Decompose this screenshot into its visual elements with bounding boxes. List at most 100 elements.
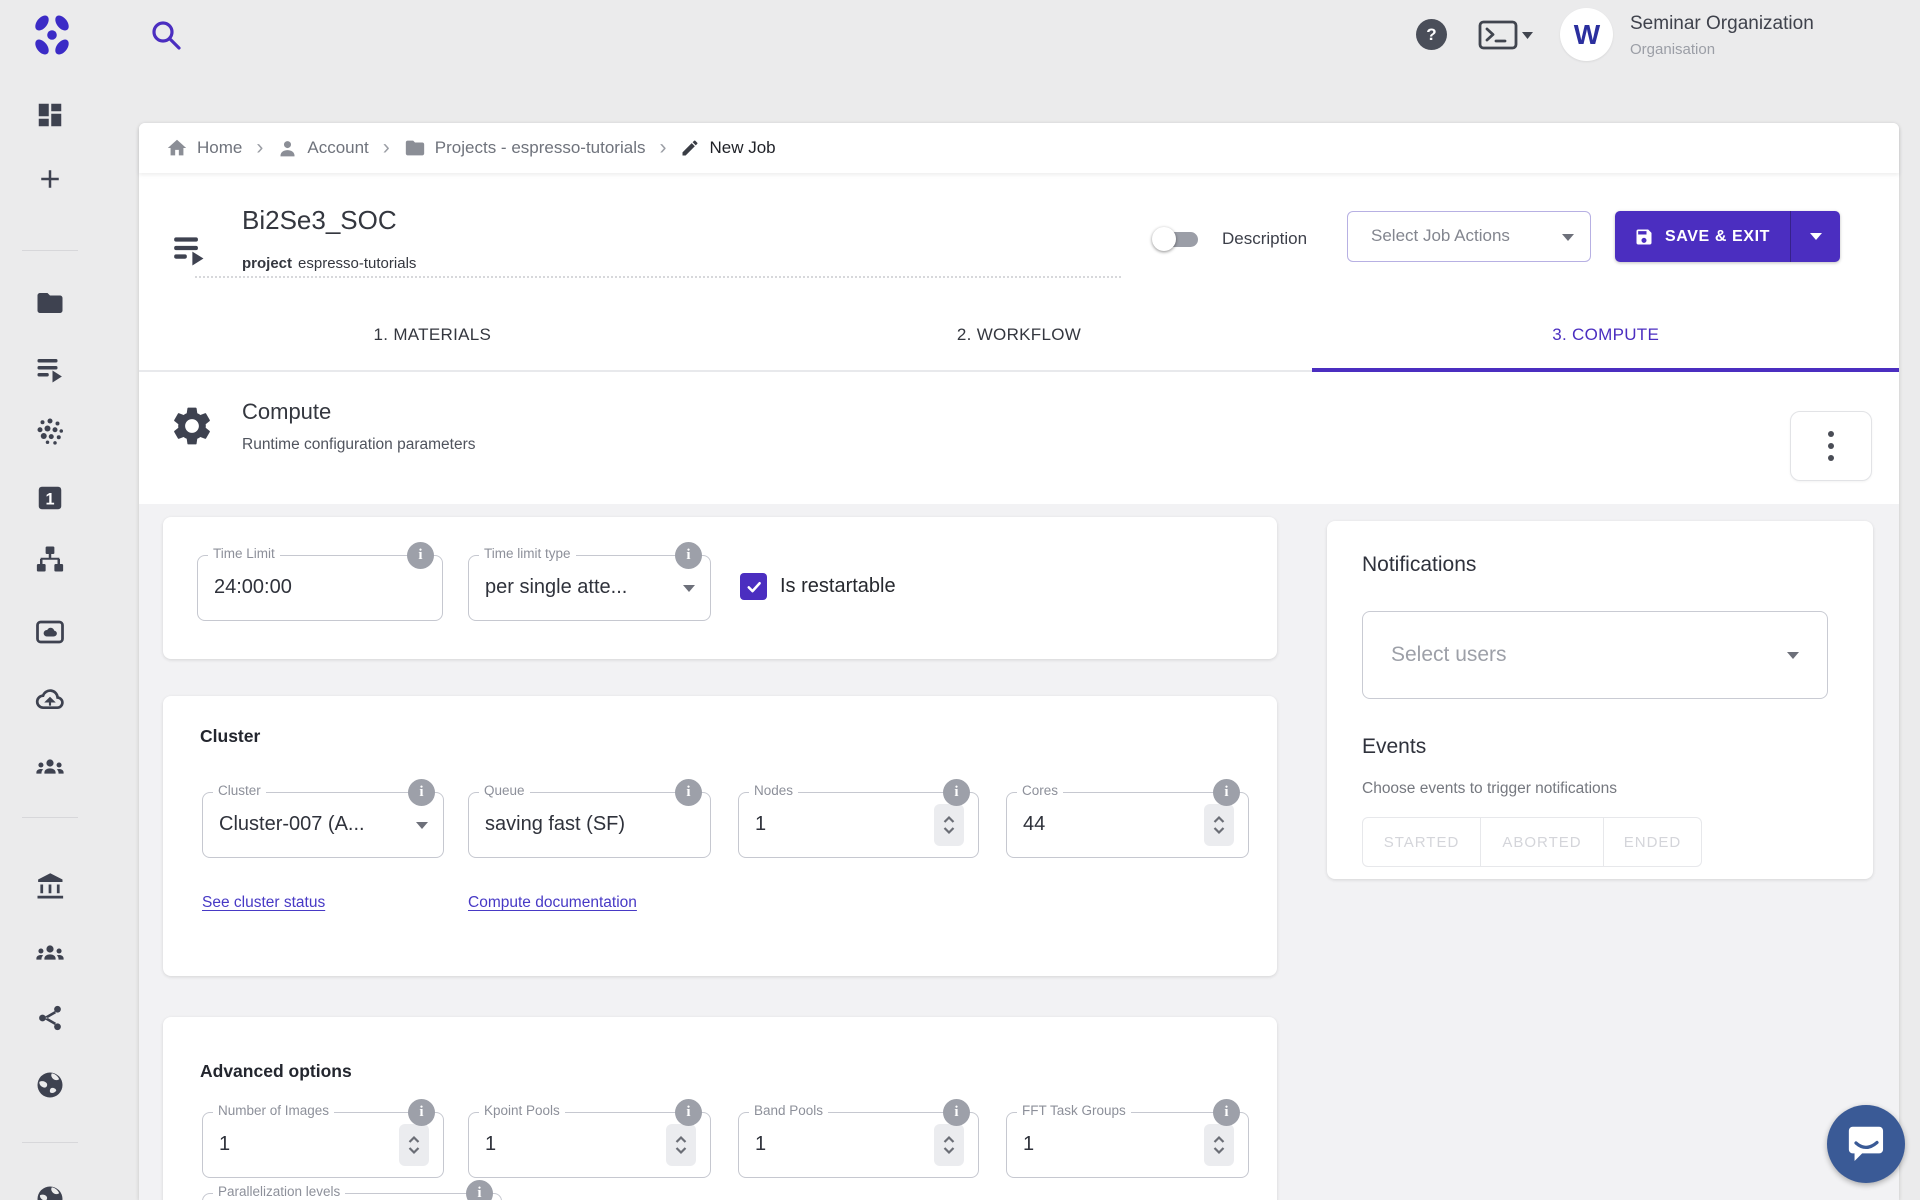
sidebar-item-projects[interactable] [33, 286, 67, 320]
description-toggle[interactable] [1152, 229, 1200, 249]
info-icon[interactable] [408, 1099, 435, 1126]
checkbox-label: Is restartable [780, 575, 896, 598]
info-icon[interactable] [466, 1180, 493, 1200]
breadcrumb-account[interactable]: Account [277, 138, 368, 159]
kebab-icon [1828, 431, 1834, 461]
gear-icon [169, 403, 215, 454]
breadcrumb-label: Projects - espresso-tutorials [435, 138, 646, 158]
kpoint-pools-stepper[interactable]: Kpoint Pools 1 [468, 1112, 711, 1178]
field-value: 1 [755, 793, 766, 855]
sidebar-item-images[interactable] [33, 615, 67, 649]
sidebar-item-bottom-partial[interactable] [33, 1182, 67, 1200]
globe-icon-partial [35, 1184, 65, 1200]
stepper-arrows[interactable] [934, 804, 964, 846]
sidebar-item-create-new[interactable] [33, 162, 67, 196]
time-limit-type-select[interactable]: Time limit type per single atte... [468, 555, 711, 621]
sidebar-item-org-users[interactable] [33, 936, 67, 970]
job-title[interactable]: Bi2Se3_SOC [242, 205, 397, 236]
info-icon[interactable] [675, 779, 702, 806]
events-heading: Events [1362, 735, 1426, 759]
sidebar-item-public[interactable] [33, 1068, 67, 1102]
users-group-icon [34, 751, 66, 783]
stepper-arrows[interactable] [399, 1124, 429, 1166]
sidebar-item-sharing[interactable] [33, 1001, 67, 1035]
info-icon[interactable] [408, 779, 435, 806]
info-icon[interactable] [1213, 779, 1240, 806]
cores-stepper[interactable]: Cores 44 [1006, 792, 1249, 858]
tab-materials[interactable]: 1. MATERIALS [139, 300, 726, 370]
info-icon[interactable] [675, 1099, 702, 1126]
info-icon[interactable] [407, 542, 434, 569]
breadcrumb-label: New Job [709, 138, 775, 158]
stepper-arrows[interactable] [934, 1124, 964, 1166]
cluster-card: Cluster Cluster Cluster-007 (A... Queue … [163, 696, 1277, 976]
sidebar-item-team[interactable] [33, 750, 67, 784]
event-started-button[interactable]: STARTED [1362, 817, 1481, 867]
stepper-arrows[interactable] [1204, 1124, 1234, 1166]
info-icon[interactable] [943, 779, 970, 806]
number-of-images-stepper[interactable]: Number of Images 1 [202, 1112, 444, 1178]
cluster-status-link[interactable]: See cluster status [202, 894, 325, 912]
select-users-dropdown[interactable]: Select users [1362, 611, 1828, 699]
parallelization-levels-field[interactable]: Parallelization levels [202, 1193, 502, 1200]
cluster-select[interactable]: Cluster Cluster-007 (A... [202, 792, 444, 858]
stepper-arrows[interactable] [666, 1124, 696, 1166]
bank-icon [35, 872, 65, 902]
avatar[interactable]: W [1560, 8, 1613, 61]
breadcrumb-label: Home [197, 138, 242, 158]
event-ended-button[interactable]: ENDED [1604, 817, 1702, 867]
band-pools-stepper[interactable]: Band Pools 1 [738, 1112, 979, 1178]
info-icon[interactable] [675, 542, 702, 569]
save-options-button[interactable] [1791, 211, 1840, 262]
chat-launcher[interactable] [1827, 1105, 1905, 1183]
stepper-arrows[interactable] [1204, 804, 1234, 846]
section-menu-button[interactable] [1790, 411, 1872, 481]
time-limit-field[interactable]: Time Limit 24:00:00 [197, 555, 443, 621]
sidebar-item-organization[interactable] [33, 870, 67, 904]
sidebar-item-materials[interactable] [33, 414, 67, 448]
tree-sitemap-icon [35, 544, 65, 574]
field-label: Number of Images [213, 1103, 334, 1118]
stepper-icon [1212, 812, 1226, 838]
project-value: espresso-tutorials [298, 255, 416, 272]
sidebar-item-jobs[interactable] [33, 352, 67, 386]
job-actions-select[interactable]: Select Job Actions [1347, 211, 1591, 262]
share-icon [35, 1003, 65, 1033]
org-info[interactable]: Seminar Organization Organisation [1630, 13, 1814, 59]
field-value: 24:00:00 [214, 556, 292, 618]
cloud-upload-icon [34, 683, 66, 715]
app-logo[interactable] [30, 11, 74, 59]
help-icon[interactable] [1416, 19, 1447, 50]
plus-icon [35, 164, 65, 194]
info-icon[interactable] [1213, 1099, 1240, 1126]
project-label: project [242, 255, 292, 272]
save-exit-label: SAVE & EXIT [1665, 228, 1770, 246]
home-icon [166, 137, 188, 159]
search-button[interactable] [149, 18, 185, 54]
tab-compute[interactable]: 3. COMPUTE [1312, 300, 1899, 370]
sidebar-item-one[interactable]: 1 [33, 481, 67, 515]
breadcrumb-home[interactable]: Home [166, 137, 242, 159]
breadcrumb-project[interactable]: Projects - espresso-tutorials [404, 137, 646, 159]
compute-docs-link[interactable]: Compute documentation [468, 894, 637, 912]
queue-field[interactable]: Queue saving fast (SF) [468, 792, 711, 858]
checkbox-checked[interactable] [740, 573, 767, 600]
sidebar-nav: 1 [0, 90, 100, 1200]
console-menu-button[interactable] [1478, 20, 1534, 50]
info-icon[interactable] [943, 1099, 970, 1126]
fft-task-groups-stepper[interactable]: FFT Task Groups 1 [1006, 1112, 1249, 1178]
notifications-heading: Notifications [1362, 553, 1476, 577]
chevron-down-icon [1810, 233, 1822, 240]
sidebar-item-dashboard[interactable] [33, 98, 67, 132]
tab-workflow[interactable]: 2. WORKFLOW [726, 300, 1313, 370]
is-restartable-checkbox-row[interactable]: Is restartable [740, 573, 896, 600]
breadcrumb-separator [242, 136, 277, 160]
section-title: Compute [242, 399, 331, 425]
title-underline [195, 276, 1121, 278]
nodes-stepper[interactable]: Nodes 1 [738, 792, 979, 858]
sidebar-item-cloud-upload[interactable] [33, 682, 67, 716]
event-aborted-button[interactable]: ABORTED [1481, 817, 1604, 867]
sidebar-item-workflows[interactable] [33, 542, 67, 576]
save-exit-button[interactable]: SAVE & EXIT [1615, 211, 1790, 262]
breadcrumb-label: Account [307, 138, 368, 158]
